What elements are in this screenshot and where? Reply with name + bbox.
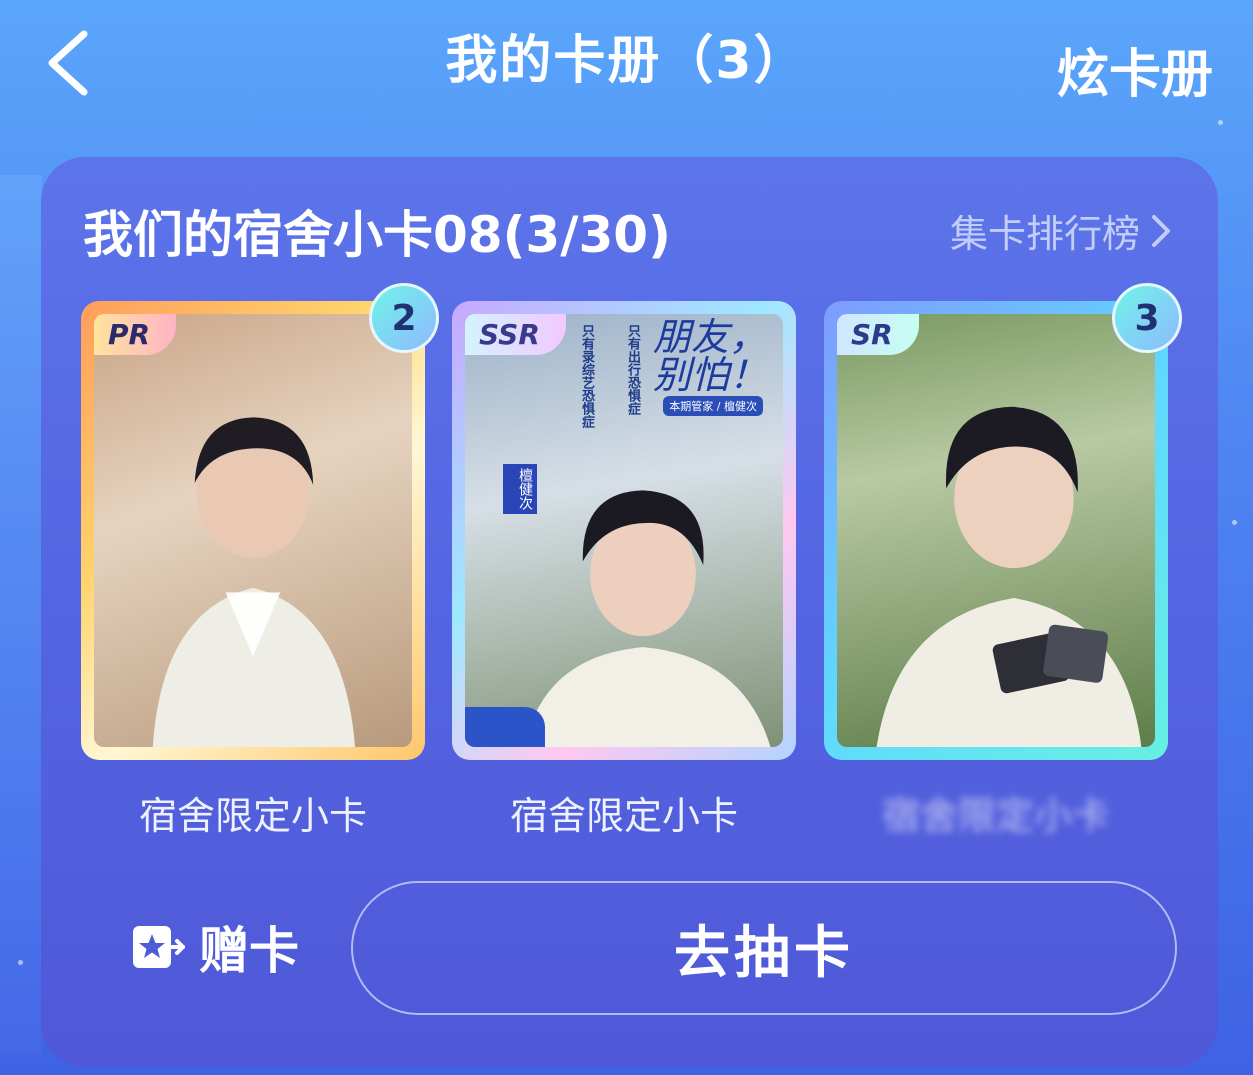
card-pr[interactable]: PR 2 [81,283,439,760]
person-photo [524,489,771,747]
count-badge: 3 [1112,283,1182,353]
card-label: 宿舍限定小卡 [509,794,738,838]
header-bar: 我的卡册（3） 炫卡册 [0,0,1253,150]
show-album-button[interactable]: 炫卡册 [1057,32,1213,107]
card-sr[interactable]: SR 3 [824,283,1182,760]
gift-card-label: 赠卡 [199,922,299,980]
count-badge: 2 [369,283,439,353]
album-panel: 我们的宿舍小卡08(3/30) 集卡排行榜 PR 2 只有录综艺恐惧症 只有出行… [41,157,1218,1067]
rank-link-label: 集卡排行榜 [949,212,1140,256]
chevron-right-icon [1152,214,1170,247]
card-photo: PR [94,314,412,747]
rarity-tag: SR [837,314,919,355]
card-photo: 只有录综艺恐惧症 只有出行恐惧症 朋友， 别怕！ 本期管家 / 檀健次 檀健次 … [465,314,783,747]
blue-sticker-decoration [465,707,545,747]
gift-card-icon [133,926,185,968]
rarity-tag: SSR [465,314,566,355]
person-photo [876,406,1142,747]
sparkle-decoration [1232,520,1237,525]
left-edge-decoration [0,175,42,1055]
sparkle-decoration [18,960,23,965]
card-label: 宿舍限定小卡 [138,794,367,838]
rank-link[interactable]: 集卡排行榜 [950,203,1172,258]
draw-card-button[interactable]: 去抽卡 [351,881,1177,1015]
rarity-tag: PR [94,314,177,355]
card-label: 宿舍限定小卡 [881,794,1110,838]
gift-card-button[interactable]: 赠卡 [131,917,299,980]
card-photo: SR [837,314,1155,747]
person-photo [152,417,356,747]
album-title: 我们的宿舍小卡08(3/30) [83,206,671,264]
card-ssr[interactable]: 只有录综艺恐惧症 只有出行恐惧症 朋友， 别怕！ 本期管家 / 檀健次 檀健次 … [452,301,796,760]
